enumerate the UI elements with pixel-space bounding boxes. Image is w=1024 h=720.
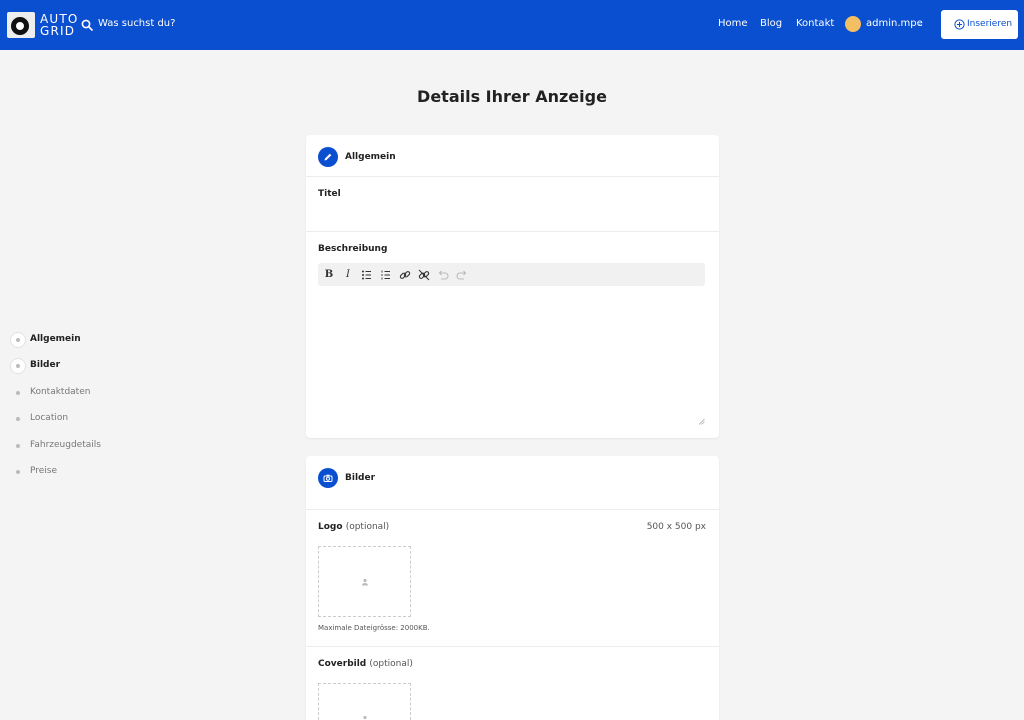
camera-icon	[318, 468, 338, 488]
editor-toolbar: B I	[318, 263, 705, 286]
sidebar-item-label: Preise	[30, 466, 58, 476]
cover-upload-dropzone[interactable]	[318, 683, 411, 720]
sidebar-item-label: Allgemein	[30, 334, 81, 344]
divider	[306, 509, 719, 510]
divider	[306, 646, 719, 647]
bold-icon[interactable]: B	[322, 268, 336, 282]
title-label: Titel	[318, 189, 341, 199]
description-editor[interactable]	[318, 286, 705, 426]
optional-tag: (optional)	[345, 522, 390, 532]
logo-text-bottom: GRID	[40, 24, 76, 38]
insert-button[interactable]: Inserieren	[941, 10, 1018, 39]
sidebar-item-label: Kontaktdaten	[30, 387, 91, 397]
numbered-list-icon[interactable]	[379, 268, 393, 282]
step-dot-icon	[10, 332, 26, 348]
description-label: Beschreibung	[318, 244, 388, 254]
italic-icon[interactable]: I	[341, 268, 355, 282]
title-input[interactable]	[318, 203, 705, 223]
avatar[interactable]	[845, 16, 861, 32]
chevron-down-icon[interactable]: ⌄	[917, 19, 924, 28]
general-card: Allgemein Titel Beschreibung B I	[306, 135, 719, 438]
logo-icon[interactable]	[7, 12, 35, 38]
card-title: Bilder	[345, 473, 376, 483]
logo-label-text: Logo	[318, 522, 343, 532]
max-size-hint: Maximale Dateigrösse: 2000KB.	[318, 624, 430, 632]
plus-circle-icon	[954, 19, 965, 30]
page-title: Details Ihrer Anzeige	[417, 87, 607, 106]
divider	[306, 176, 719, 177]
cover-label: Coverbild (optional)	[318, 659, 413, 669]
nav-link-home[interactable]: Home	[718, 18, 748, 29]
bullet-list-icon[interactable]	[360, 268, 374, 282]
search-input[interactable]: Was suchst du?	[98, 18, 175, 29]
upload-icon	[363, 715, 367, 720]
pencil-icon	[318, 147, 338, 167]
step-dot-icon	[10, 411, 26, 427]
sidebar-item-label: Location	[30, 413, 69, 423]
step-dot-icon	[10, 385, 26, 401]
unlink-icon[interactable]	[417, 268, 431, 282]
card-title: Allgemein	[345, 152, 396, 162]
sidebar-item-label: Bilder	[30, 360, 61, 370]
nav-link-kontakt[interactable]: Kontakt	[796, 18, 834, 29]
nav-link-blog[interactable]: Blog	[760, 18, 782, 29]
insert-button-label: Inserieren	[967, 19, 1013, 29]
upload-icon	[362, 578, 368, 586]
cover-label-text: Coverbild	[318, 659, 367, 669]
top-navigation-bar: AUTO GRID Was suchst du? Home Blog Konta…	[0, 0, 1024, 50]
step-dot-icon	[10, 464, 26, 480]
logo-size-hint: 500 x 500 px	[646, 522, 706, 532]
user-menu[interactable]: admin.mpe	[866, 18, 923, 29]
redo-icon[interactable]	[455, 268, 469, 282]
optional-tag: (optional)	[369, 659, 413, 669]
images-card: Bilder Logo (optional) 500 x 500 px Maxi…	[306, 456, 719, 720]
logo-text[interactable]: AUTO GRID	[40, 13, 79, 37]
sidebar-item-label: Fahrzeugdetails	[30, 440, 101, 450]
search-icon[interactable]	[81, 19, 93, 31]
undo-icon[interactable]	[436, 268, 450, 282]
logo-label: Logo (optional)	[318, 522, 389, 532]
step-dot-icon	[10, 438, 26, 454]
logo-upload-dropzone[interactable]	[318, 546, 411, 617]
step-dot-icon	[10, 358, 26, 374]
resize-handle-icon[interactable]	[698, 418, 705, 425]
link-icon[interactable]	[398, 268, 412, 282]
divider	[306, 231, 719, 232]
